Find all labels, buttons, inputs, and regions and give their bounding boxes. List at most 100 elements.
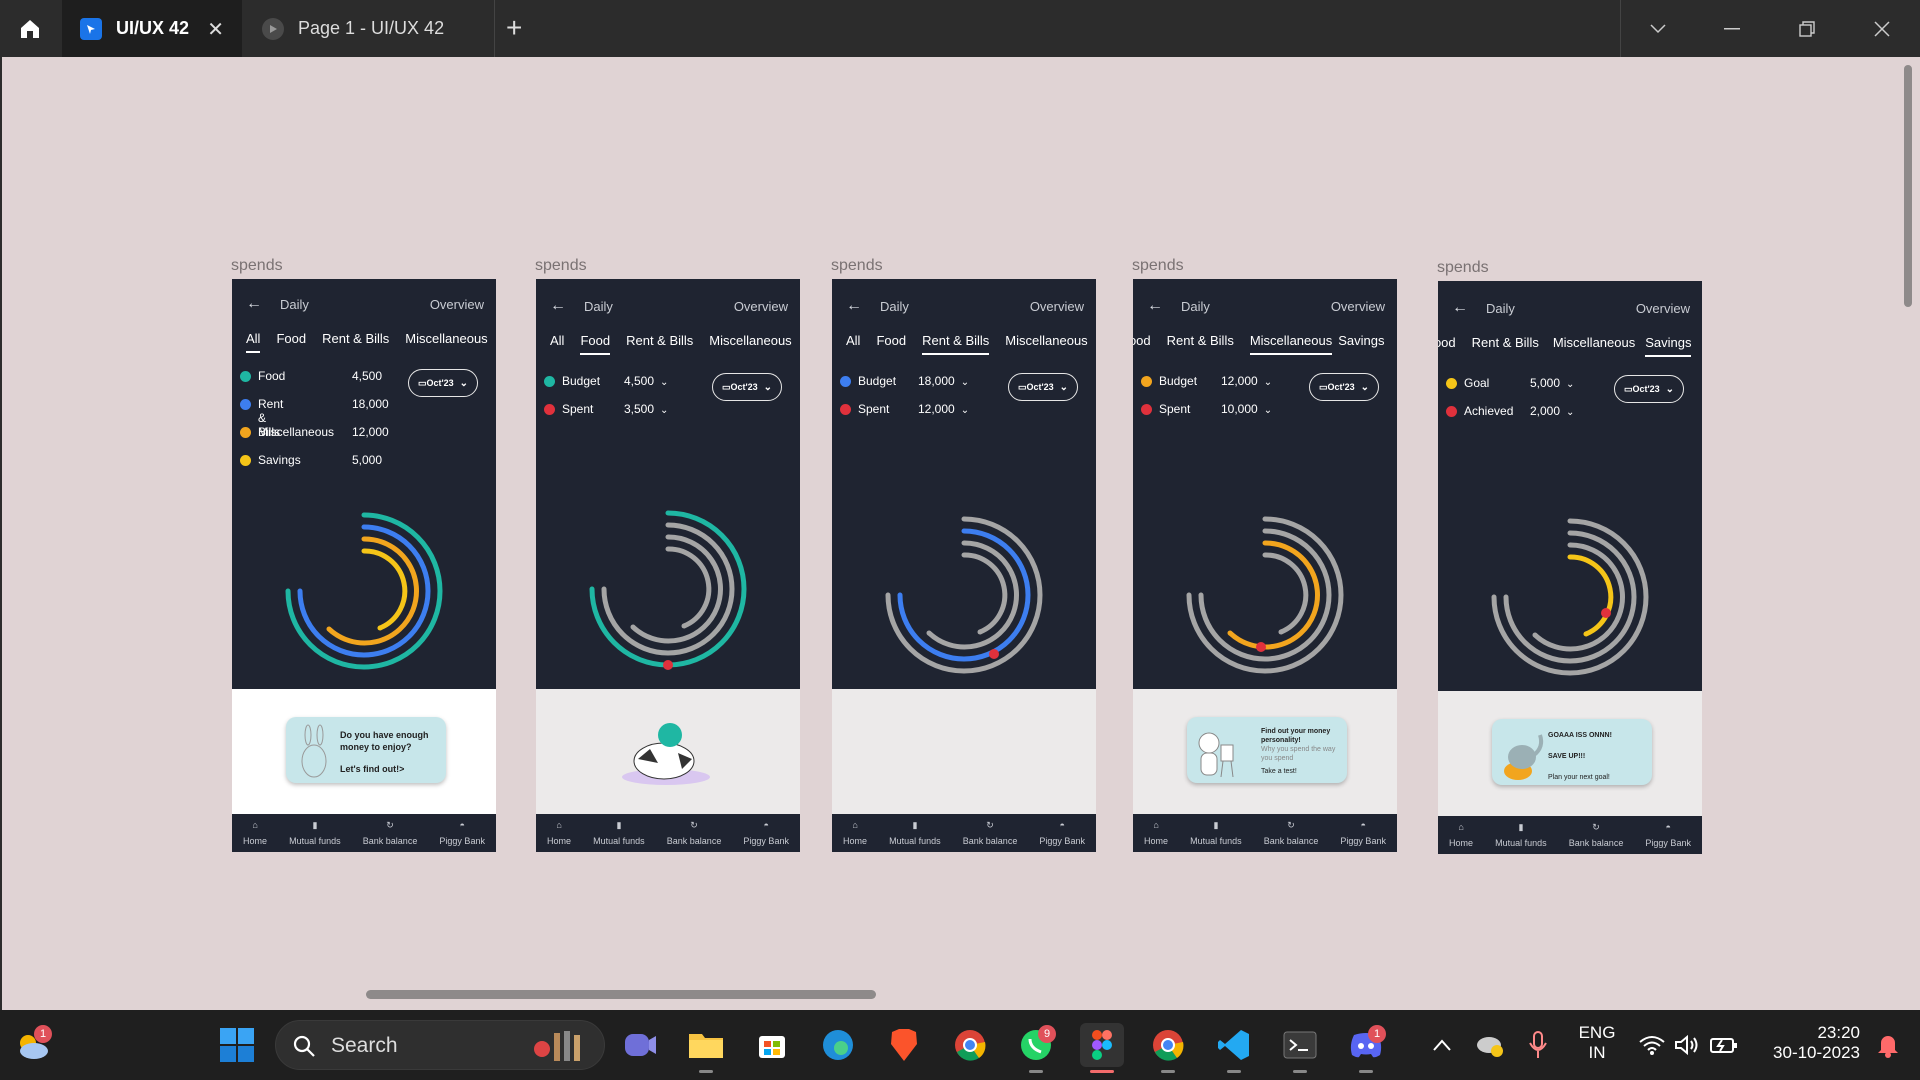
promo-card[interactable]: Find out your money personality! Why you…: [1187, 717, 1347, 783]
tab-all[interactable]: All: [846, 333, 860, 353]
new-tab-button[interactable]: +: [506, 12, 522, 44]
chevron-down-icon[interactable]: ⌄: [961, 377, 969, 388]
overview-label[interactable]: Overview: [1636, 301, 1690, 316]
frame-label[interactable]: spends: [535, 257, 587, 275]
tab-food[interactable]: Food: [876, 333, 906, 353]
phone-frame-food[interactable]: ← Daily Overview All Food Rent & Bills Misc…: [536, 279, 800, 852]
nav-mutual-funds[interactable]: ▮ Mutual funds: [1190, 820, 1242, 846]
clock[interactable]: 23:20 30-10-2023: [1756, 1023, 1860, 1063]
frame-label[interactable]: spends: [231, 257, 283, 275]
nav-piggy-bank[interactable]: ◓ Piggy Bank: [1340, 820, 1386, 846]
date-picker[interactable]: ▭ Oct'23 ⌄: [1309, 373, 1379, 401]
nav-bank-balance[interactable]: ↻ Bank balance: [1569, 822, 1624, 848]
promo-cta[interactable]: Take a test!: [1261, 767, 1345, 776]
phone-frame-miscellaneous[interactable]: ← Daily Overview Food Rent & Bills Miscell…: [1133, 279, 1397, 852]
overview-label[interactable]: Overview: [1030, 299, 1084, 314]
show-hidden-icons-button[interactable]: [1420, 1023, 1464, 1067]
phone-frame-rent-bills[interactable]: ← Daily Overview All Food Rent & Bills Misc…: [832, 279, 1096, 852]
phone-frame-all[interactable]: ← Daily Overview All Food Rent & Bills Misc…: [232, 279, 496, 852]
file-explorer-app[interactable]: [684, 1023, 728, 1073]
daily-label[interactable]: Daily: [280, 297, 309, 312]
close-window-button[interactable]: [1867, 14, 1897, 44]
language-indicator[interactable]: ENG IN: [1572, 1023, 1622, 1063]
nav-home[interactable]: ⌂ Home: [1449, 822, 1473, 848]
back-arrow-icon[interactable]: ←: [1147, 297, 1163, 315]
nav-mutual-funds[interactable]: ▮ Mutual funds: [593, 820, 645, 846]
nav-bank-balance[interactable]: ↻ Bank balance: [667, 820, 722, 846]
restore-button[interactable]: [1792, 14, 1822, 44]
chevron-down-icon[interactable]: ⌄: [1566, 379, 1574, 390]
nav-bank-balance[interactable]: ↻ Bank balance: [363, 820, 418, 846]
daily-label[interactable]: Daily: [584, 299, 613, 314]
back-arrow-icon[interactable]: ←: [246, 295, 262, 313]
brave-app[interactable]: [882, 1023, 926, 1067]
promo-card[interactable]: Do you have enough money to enjoy? Let's…: [286, 717, 446, 783]
tab-food[interactable]: Food: [580, 333, 611, 355]
tab-rent-bills[interactable]: Rent & Bills: [322, 331, 389, 351]
figma-app[interactable]: [1080, 1023, 1124, 1073]
nav-home[interactable]: ⌂ Home: [547, 820, 571, 846]
home-button[interactable]: [12, 14, 48, 44]
nav-mutual-funds[interactable]: ▮ Mutual funds: [1495, 822, 1547, 848]
discord-app[interactable]: 1: [1344, 1023, 1388, 1073]
daily-label[interactable]: Daily: [1486, 301, 1515, 316]
promo-cta[interactable]: Let's find out!>: [340, 763, 429, 775]
nav-piggy-bank[interactable]: ◓ Piggy Bank: [1645, 822, 1691, 848]
chevron-down-icon[interactable]: ⌄: [1566, 407, 1574, 418]
close-tab-icon[interactable]: ✕: [207, 17, 224, 42]
chevron-down-icon[interactable]: ⌄: [660, 405, 668, 416]
tab-rent-bills[interactable]: Rent & Bills: [922, 333, 990, 355]
chevron-down-icon[interactable]: ⌄: [660, 377, 668, 388]
frame-label[interactable]: spends: [831, 257, 883, 275]
nav-piggy-bank[interactable]: ◓ Piggy Bank: [439, 820, 485, 846]
notifications-button[interactable]: [1866, 1023, 1910, 1067]
daily-label[interactable]: Daily: [1181, 299, 1210, 314]
tab-rent-bills[interactable]: Rent & Bills: [626, 333, 693, 353]
overview-label[interactable]: Overview: [1331, 299, 1385, 314]
tab-page-1[interactable]: Page 1 - UI/UX 42: [244, 0, 494, 57]
tab-miscellaneous[interactable]: Miscellaneous: [405, 331, 487, 351]
chevron-down-icon[interactable]: ⌄: [1264, 377, 1272, 388]
overview-label[interactable]: Overview: [430, 297, 484, 312]
microphone-status[interactable]: [1516, 1023, 1560, 1067]
nav-bank-balance[interactable]: ↻ Bank balance: [963, 820, 1018, 846]
daily-label[interactable]: Daily: [880, 299, 909, 314]
back-arrow-icon[interactable]: ←: [1452, 299, 1468, 317]
tab-savings[interactable]: Savings: [1645, 335, 1692, 357]
promo-cta[interactable]: Plan your next goal!: [1548, 773, 1612, 782]
nav-home[interactable]: ⌂ Home: [243, 820, 267, 846]
whatsapp-app[interactable]: 9: [1014, 1023, 1058, 1073]
tab-food[interactable]: Food: [1438, 335, 1456, 355]
battery-status[interactable]: [1702, 1023, 1746, 1067]
back-arrow-icon[interactable]: ←: [846, 297, 862, 315]
tab-miscellaneous[interactable]: Miscellaneous: [709, 333, 791, 353]
tab-food[interactable]: Food: [1133, 333, 1151, 353]
minimize-button[interactable]: [1717, 14, 1747, 44]
tab-ui-ux-42[interactable]: UI/UX 42 ✕: [62, 0, 242, 57]
phone-frame-savings[interactable]: ← Daily Overview Food Rent & Bills Miscell…: [1438, 281, 1702, 854]
chevron-down-icon[interactable]: ⌄: [961, 405, 969, 416]
vscode-app[interactable]: [1212, 1023, 1256, 1073]
horizontal-scrollbar[interactable]: [366, 990, 876, 999]
store-app[interactable]: [750, 1023, 794, 1067]
back-arrow-icon[interactable]: ←: [550, 297, 566, 315]
teams-meet-app[interactable]: [618, 1023, 662, 1067]
onedrive-status[interactable]: [1468, 1023, 1512, 1067]
overview-label[interactable]: Overview: [734, 299, 788, 314]
chrome-app[interactable]: [948, 1023, 992, 1067]
date-picker[interactable]: ▭ Oct'23 ⌄: [1008, 373, 1078, 401]
edge-app[interactable]: [816, 1023, 860, 1067]
date-picker[interactable]: ▭ Oct'23 ⌄: [712, 373, 782, 401]
tab-miscellaneous[interactable]: Miscellaneous: [1005, 333, 1087, 353]
tabs-menu-button[interactable]: [1643, 14, 1673, 44]
frame-label[interactable]: spends: [1132, 257, 1184, 275]
tab-rent-bills[interactable]: Rent & Bills: [1472, 335, 1539, 355]
chrome-profile-app[interactable]: [1146, 1023, 1190, 1073]
date-picker[interactable]: ▭ Oct'23 ⌄: [408, 369, 478, 397]
design-canvas[interactable]: spends ← Daily Overview All Food Rent & Bi…: [0, 57, 1920, 1010]
terminal-app[interactable]: [1278, 1023, 1322, 1073]
nav-bank-balance[interactable]: ↻ Bank balance: [1264, 820, 1319, 846]
taskbar-search[interactable]: Search: [275, 1020, 605, 1070]
tab-miscellaneous[interactable]: Miscellaneous: [1553, 335, 1635, 355]
nav-piggy-bank[interactable]: ◓ Piggy Bank: [743, 820, 789, 846]
